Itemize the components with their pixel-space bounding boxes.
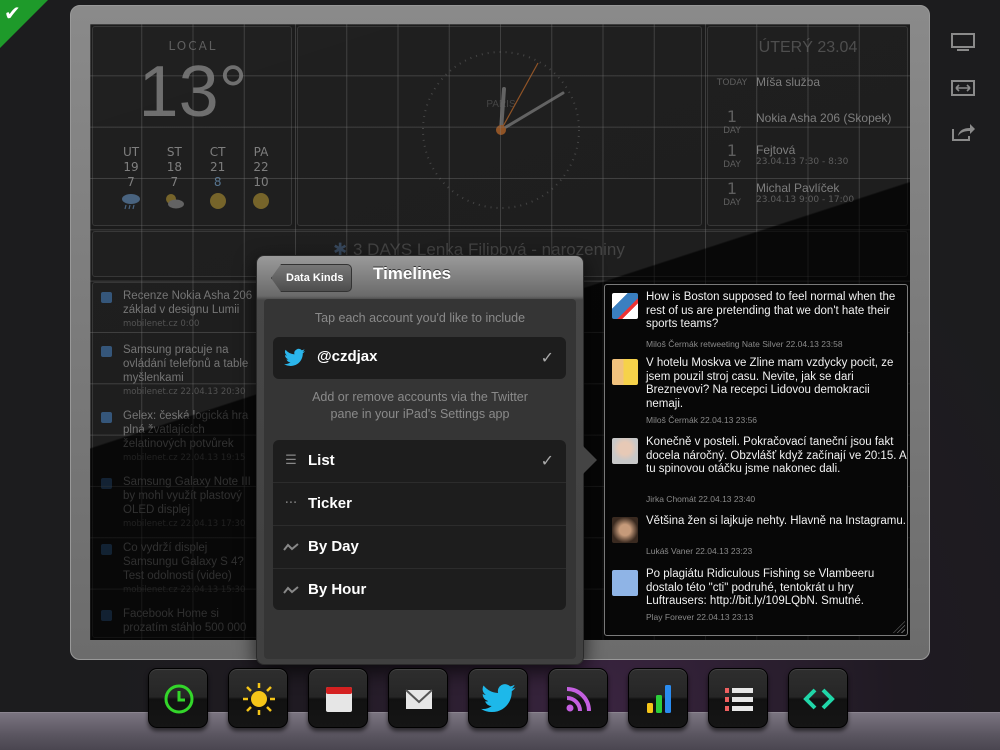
- mail-icon: [405, 689, 433, 709]
- popover-arrow: [583, 446, 597, 474]
- clock-icon: [164, 684, 194, 714]
- agenda-widget[interactable]: ÚTERÝ 23.04 TODAY Míša služba 1 DAY Nokia…: [707, 26, 908, 226]
- account-row-czdjax[interactable]: @czdjax ✓: [273, 337, 566, 379]
- kind-option-list[interactable]: ☰ List ✓: [273, 440, 566, 483]
- forecast-day: ST 18 7: [154, 145, 194, 210]
- twitter-bird-icon: [481, 684, 516, 713]
- checkmark-icon: ✓: [540, 451, 554, 470]
- twitter-bird-icon: [284, 348, 306, 366]
- popover-content: Tap each account you'd like to include @…: [264, 299, 576, 659]
- share-icon[interactable]: [950, 122, 976, 142]
- forecast-day: PA 22 10: [241, 145, 281, 210]
- clock-widget[interactable]: PARIS: [297, 26, 702, 226]
- agenda-date: ÚTERÝ 23.04: [758, 39, 858, 56]
- forecast-day: UT 19 7: [111, 145, 151, 210]
- list-icon: ☰: [285, 453, 297, 468]
- avatar: [612, 438, 638, 464]
- display-icon[interactable]: [950, 32, 976, 52]
- account-hint: Tap each account you'd like to include: [314, 311, 526, 325]
- sun-icon: [209, 193, 226, 209]
- data-kinds-back-button[interactable]: Data Kinds: [271, 264, 353, 292]
- widget-dock: [148, 668, 848, 728]
- dock-clock-button[interactable]: [148, 668, 208, 728]
- line-chart-icon: [283, 586, 299, 594]
- settings-hint: Add or remove accounts via the Twitter p…: [312, 390, 528, 421]
- calendar-icon: [326, 687, 352, 712]
- mobilenet-icon: [101, 544, 112, 555]
- kind-option-ticker[interactable]: ··· Ticker: [273, 483, 566, 526]
- timelines-popover: Data Kinds Timelines Tap each account yo…: [256, 255, 584, 665]
- avatar: [612, 293, 638, 319]
- weather-temperature: 13°: [138, 52, 248, 132]
- dock-rss-button[interactable]: [548, 668, 608, 728]
- dock-mail-button[interactable]: [388, 668, 448, 728]
- resize-icon[interactable]: [950, 78, 976, 98]
- mobilenet-icon: [101, 346, 112, 357]
- dock-twitter-button[interactable]: [468, 668, 528, 728]
- news-widget[interactable]: Recenze Nokia Asha 206 základ v designu L…: [92, 282, 264, 638]
- code-icon: [803, 688, 835, 710]
- sun-icon: [252, 193, 269, 209]
- resize-handle[interactable]: [893, 621, 905, 633]
- popover-title: Timelines: [373, 264, 452, 283]
- checkmark-icon: ✓: [540, 348, 554, 367]
- dock-code-button[interactable]: [788, 668, 848, 728]
- sun-icon: [243, 683, 275, 715]
- dock-calendar-button[interactable]: [308, 668, 368, 728]
- rss-icon: [566, 687, 591, 712]
- rain-cloud-icon: [122, 194, 140, 210]
- timeline-kind-list: ☰ List ✓ ··· Ticker By Day By Hour: [273, 440, 566, 610]
- mobilenet-icon: [101, 478, 112, 489]
- list-icon: [725, 688, 753, 711]
- partly-cloudy-icon: [166, 194, 185, 209]
- kind-option-by-hour[interactable]: By Hour: [273, 569, 566, 610]
- avatar: [612, 359, 638, 385]
- analog-clock-icon: PARIS: [422, 51, 580, 209]
- account-name: @czdjax: [317, 348, 378, 365]
- bar-chart-icon: [647, 685, 671, 713]
- mobilenet-icon: [101, 412, 112, 423]
- weather-widget[interactable]: LOCAL 13° UT 19 7 ST 18 7 CT 21 8 PA 22 10: [92, 26, 292, 226]
- avatar: [612, 517, 638, 543]
- avatar: [612, 570, 638, 596]
- ellipsis-icon: ···: [284, 496, 298, 511]
- dock-list-button[interactable]: [708, 668, 768, 728]
- twitter-widget[interactable]: How is Boston supposed to feel normal wh…: [604, 284, 908, 636]
- checkmark-icon: ✔: [4, 1, 21, 25]
- mobilenet-icon: [101, 292, 112, 303]
- forecast-day: CT 21 8: [198, 145, 238, 210]
- mobilenet-icon: [101, 610, 112, 621]
- dock-stats-button[interactable]: [628, 668, 688, 728]
- line-chart-icon: [283, 543, 299, 551]
- kind-option-by-day[interactable]: By Day: [273, 526, 566, 569]
- dock-weather-button[interactable]: [228, 668, 288, 728]
